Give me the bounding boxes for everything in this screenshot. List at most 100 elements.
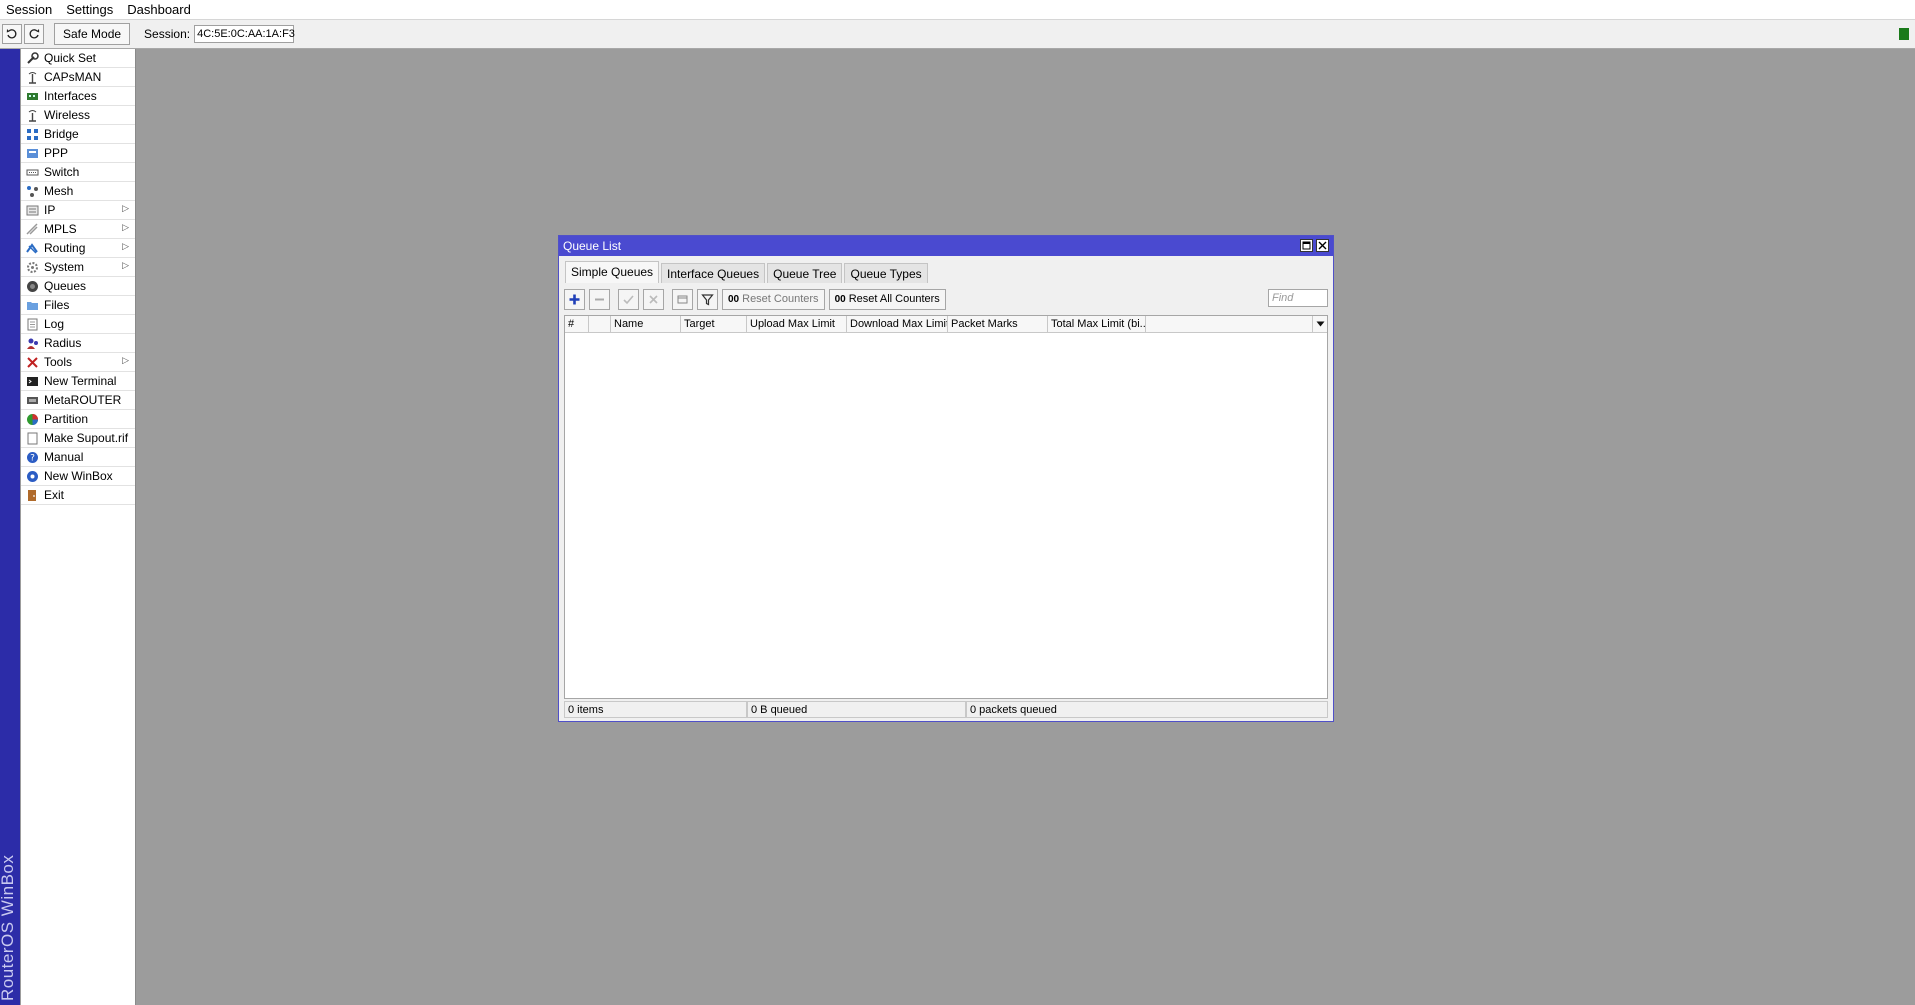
menu-bar: Session Settings Dashboard: [0, 0, 1915, 20]
sidebar-item-label: New WinBox: [44, 469, 113, 483]
column-packet-marks[interactable]: Packet Marks: [948, 316, 1048, 332]
minus-icon: [595, 298, 604, 300]
queues-icon: [25, 279, 39, 293]
sidebar-item-metarouter[interactable]: MetaROUTER: [21, 391, 135, 410]
sidebar-item-system[interactable]: System ▷: [21, 258, 135, 277]
log-icon: [25, 317, 39, 331]
tab-queue-tree[interactable]: Queue Tree: [767, 263, 843, 283]
column-name[interactable]: Name: [611, 316, 681, 332]
bridge-icon: [25, 127, 39, 141]
session-label: Session:: [144, 27, 191, 41]
window-titlebar[interactable]: Queue List: [559, 236, 1333, 256]
sidebar-item-label: Mesh: [44, 184, 74, 198]
undo-button[interactable]: [2, 24, 22, 44]
sidebar-item-make-supout[interactable]: Make Supout.rif: [21, 429, 135, 448]
column-target[interactable]: Target: [681, 316, 747, 332]
mpls-icon: [25, 222, 39, 236]
sidebar-item-interfaces[interactable]: Interfaces: [21, 87, 135, 106]
capsman-icon: [25, 70, 39, 84]
supout-icon: [25, 431, 39, 445]
find-input[interactable]: Find: [1268, 289, 1328, 307]
sidebar-item-log[interactable]: Log: [21, 315, 135, 334]
sidebar-item-routing[interactable]: Routing ▷: [21, 239, 135, 258]
submenu-arrow-icon: ▷: [122, 355, 129, 365]
menu-session[interactable]: Session: [0, 0, 59, 19]
sidebar-item-manual[interactable]: ? Manual: [21, 448, 135, 467]
main-toolbar: Safe Mode Session: 4C:5E:0C:AA:1A:F3: [0, 20, 1915, 49]
partition-icon: [25, 412, 39, 426]
close-icon: [1318, 241, 1327, 250]
maximize-button[interactable]: [1300, 239, 1313, 252]
tab-interface-queues[interactable]: Interface Queues: [661, 263, 766, 283]
sidebar-item-files[interactable]: Files: [21, 296, 135, 315]
routing-icon: [25, 241, 39, 255]
tab-simple-queues[interactable]: Simple Queues: [565, 261, 660, 283]
table-header: # Name Target Upload Max Limit Download …: [565, 316, 1327, 333]
metarouter-icon: [25, 393, 39, 407]
queue-toolbar: 00 Reset Counters 00 Reset All Counters …: [564, 288, 1328, 310]
redo-button[interactable]: [24, 24, 44, 44]
sidebar-item-radius[interactable]: Radius: [21, 334, 135, 353]
sidebar-item-label: Exit: [44, 488, 65, 502]
add-button[interactable]: [564, 288, 585, 310]
filter-button[interactable]: [697, 288, 718, 310]
manual-icon: ?: [25, 450, 39, 464]
sidebar-item-label: Wireless: [44, 108, 91, 122]
window-title: Queue List: [563, 239, 622, 253]
sidebar-item-tools[interactable]: Tools ▷: [21, 353, 135, 372]
column-total-max-limit[interactable]: Total Max Limit (bi...: [1048, 316, 1146, 332]
safe-mode-button[interactable]: Safe Mode: [54, 23, 131, 45]
sidebar-item-label: Interfaces: [44, 89, 97, 103]
sidebar-item-new-winbox[interactable]: New WinBox: [21, 467, 135, 486]
sidebar-menu: Quick Set CAPsMAN Interfaces Wireless Br…: [21, 49, 136, 1005]
sidebar-item-label: Bridge: [44, 127, 79, 141]
reset-all-counters-button[interactable]: 00 Reset All Counters: [828, 288, 946, 310]
column-flags[interactable]: [589, 316, 611, 332]
interfaces-icon: [25, 89, 39, 103]
status-bytes-queued: 0 B queued: [747, 701, 966, 718]
sidebar-item-label: Switch: [44, 165, 80, 179]
queue-tabs: Simple Queues Interface Queues Queue Tre…: [565, 261, 930, 283]
reset-counters-label: Reset Counters: [742, 293, 819, 305]
remove-button[interactable]: [589, 288, 610, 310]
tab-queue-types[interactable]: Queue Types: [844, 263, 928, 283]
sidebar-item-ip[interactable]: IP ▷: [21, 201, 135, 220]
sidebar-item-mesh[interactable]: Mesh: [21, 182, 135, 201]
sidebar-item-queues[interactable]: Queues: [21, 277, 135, 296]
sidebar-item-wireless[interactable]: Wireless: [21, 106, 135, 125]
submenu-arrow-icon: ▷: [122, 260, 129, 270]
sidebar-item-exit[interactable]: Exit: [21, 486, 135, 505]
sidebar-item-mpls[interactable]: MPLS ▷: [21, 220, 135, 239]
check-icon: [623, 294, 634, 304]
sidebar-item-ppp[interactable]: PPP: [21, 144, 135, 163]
disable-button[interactable]: [643, 288, 664, 310]
system-icon: [25, 260, 39, 274]
cross-icon: [649, 294, 658, 304]
filter-icon: [701, 293, 714, 305]
comment-button[interactable]: [672, 288, 693, 310]
menu-dashboard[interactable]: Dashboard: [120, 0, 198, 19]
sidebar-item-quick-set[interactable]: Quick Set: [21, 49, 135, 68]
comment-icon: [677, 295, 688, 303]
column-number[interactable]: #: [565, 316, 589, 332]
sidebar-item-label: Tools: [44, 355, 73, 369]
sidebar-item-label: MPLS: [44, 222, 77, 236]
undo-icon: [6, 29, 17, 39]
column-chooser-button[interactable]: [1312, 316, 1327, 332]
sidebar-item-label: PPP: [44, 146, 69, 160]
sidebar-item-switch[interactable]: Switch: [21, 163, 135, 182]
sidebar-item-capsman[interactable]: CAPsMAN: [21, 68, 135, 87]
sidebar-item-new-terminal[interactable]: New Terminal: [21, 372, 135, 391]
reset-counters-button[interactable]: 00 Reset Counters: [722, 288, 825, 310]
column-download-max-limit[interactable]: Download Max Limit: [847, 316, 948, 332]
counter-icon: 00: [834, 293, 846, 305]
column-upload-max-limit[interactable]: Upload Max Limit: [747, 316, 847, 332]
enable-button[interactable]: [618, 288, 639, 310]
sidebar-item-bridge[interactable]: Bridge: [21, 125, 135, 144]
sidebar-item-partition[interactable]: Partition: [21, 410, 135, 429]
winbox-icon: [25, 469, 39, 483]
menu-settings[interactable]: Settings: [59, 0, 120, 19]
close-button[interactable]: [1316, 239, 1329, 252]
sidebar-item-label: Manual: [44, 450, 84, 464]
queue-table: # Name Target Upload Max Limit Download …: [564, 315, 1328, 699]
